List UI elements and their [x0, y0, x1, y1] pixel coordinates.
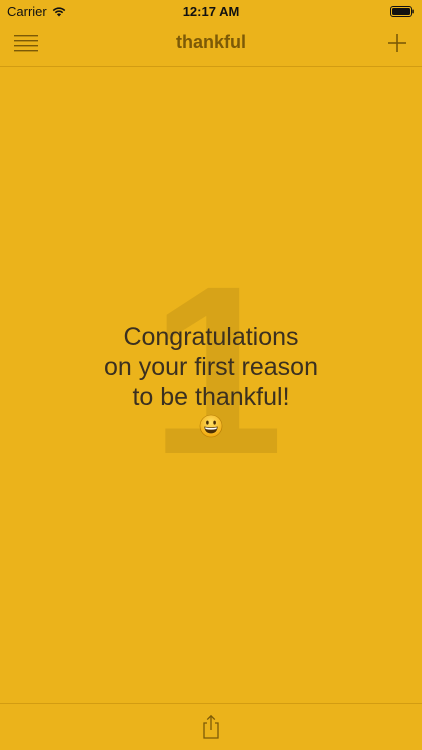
congratulations-message: Congratulations on your first reason to …: [0, 322, 422, 444]
plus-icon: [388, 34, 406, 52]
main-content: 1 Congratulations on your first reason t…: [0, 67, 422, 703]
status-bar: Carrier 12:17 AM: [0, 0, 422, 22]
battery-icon: [390, 6, 414, 17]
message-line-2: on your first reason: [104, 353, 318, 381]
message-line-3: to be thankful!: [132, 383, 290, 411]
app-title: thankful: [176, 32, 246, 52]
grinning-face-icon: [0, 414, 422, 444]
add-reason-button[interactable]: [386, 32, 408, 54]
nav-bar: thankful: [0, 22, 422, 67]
status-time: 12:17 AM: [182, 4, 240, 19]
message-line-1: Congratulations: [123, 323, 299, 351]
share-icon: [203, 714, 219, 739]
bottom-toolbar: [0, 703, 422, 750]
share-button[interactable]: [199, 714, 223, 740]
